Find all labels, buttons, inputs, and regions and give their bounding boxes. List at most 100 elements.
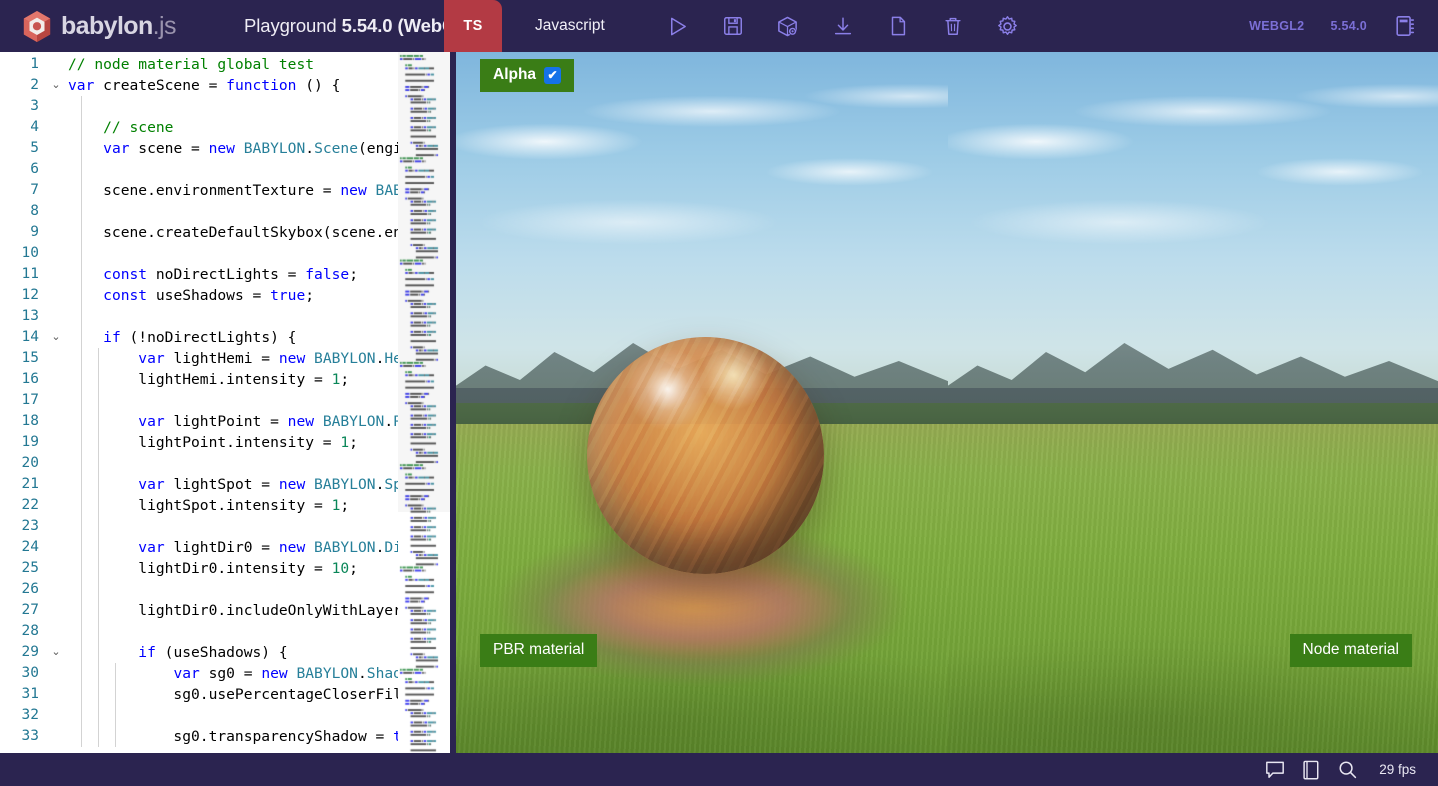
line-number: 4 [30,119,39,135]
run-button[interactable] [650,0,705,52]
indent-guide [81,201,82,222]
save-button[interactable] [705,0,760,52]
code-line[interactable]: var lightHemi = new BABYLON.Hem [68,348,398,369]
line-number: 3 [30,98,39,114]
clouds [948,66,1438,319]
metadata-button[interactable] [1380,0,1430,52]
code-line[interactable]: var sg0 = new BABYLON.Shado [68,663,398,684]
magnifier-icon [1339,761,1356,779]
new-button[interactable] [870,0,925,52]
code-line[interactable]: lightSpot.intensity = 1; [68,495,349,516]
code-token: BABYLON [314,539,376,556]
code-line[interactable]: var createScene = function () { [68,75,340,96]
download-button[interactable] [815,0,870,52]
line-number: 2 [30,77,39,93]
alpha-toggle-label[interactable]: Alpha ✔ [480,59,575,92]
save-floppy-icon [723,17,742,35]
indent-guide [81,306,82,327]
code-token: new [287,413,315,430]
code-line[interactable]: const noDirectLights = false; [68,264,358,285]
code-token: Spo [384,476,398,493]
line-number: 31 [21,686,39,702]
line-number: 8 [30,203,39,219]
line-number: 15 [21,350,39,366]
code-line[interactable]: if (useShadows) { [68,642,287,663]
code-line[interactable]: lightHemi.intensity = 1; [68,369,349,390]
brand-logo-group[interactable]: babylon.js [0,0,244,52]
code-token: createScene = [94,77,227,94]
fold-toggle[interactable]: ⌄ [48,75,64,96]
line-number: 28 [21,623,39,639]
code-line[interactable]: scene.environmentTexture = new BABY [68,180,398,201]
code-token: lightPoint.intensity = [68,434,341,451]
code-line[interactable]: if (!noDirectLights) { [68,327,296,348]
app-header: babylon.js Playground 5.54.0 (WebGL2) TS… [0,0,1438,52]
editor-code-area[interactable]: // node material global test var createSc… [68,52,398,753]
clear-button[interactable] [925,0,980,52]
language-label[interactable]: Javascript [535,0,605,52]
code-token: var [138,476,165,493]
code-line[interactable]: // scene [68,117,173,138]
line-number: 22 [21,497,39,513]
docs-button[interactable] [1293,753,1329,786]
fold-toggle[interactable]: ⌄ [48,327,64,348]
code-line[interactable]: var lightDir0 = new BABYLON.Dir [68,537,398,558]
code-token: Scene [314,140,358,157]
code-line[interactable]: var scene = new BABYLON.Scene(engin [68,138,398,159]
code-token: scene.environmentTexture = [68,182,341,199]
code-line[interactable]: lightDir0.includeOnlyWithLayerM [68,600,398,621]
alpha-checkbox[interactable]: ✔ [544,66,562,84]
brand-text: babylon.js [61,11,176,40]
pbr-material-pane[interactable]: Alpha ✔ PBR material [456,52,948,753]
babylon-cube-logo-icon [23,10,51,42]
code-token: new [278,476,306,493]
editor-minimap[interactable] [398,52,450,753]
code-line[interactable]: // node material global test [68,54,314,75]
code-line[interactable]: lightDir0.intensity = 10; [68,558,358,579]
code-line[interactable]: scene.createDefaultSkybox(scene.env [68,222,398,243]
code-token: useShadows = [147,287,271,304]
line-number: 23 [21,518,39,534]
code-line[interactable]: sg0.usePercentageCloserFilt [68,684,398,705]
line-number: 21 [21,476,39,492]
editor-canvas-splitter[interactable] [450,52,456,753]
code-line[interactable]: var lightSpot = new BABYLON.Spo [68,474,398,495]
code-token: lightSpot.intensity = [68,497,332,514]
line-number: 11 [21,266,39,282]
line-number: 32 [21,707,39,723]
code-token: ; [349,266,358,283]
line-number: 25 [21,560,39,576]
fps-counter: 29 fps [1379,762,1416,777]
code-line[interactable]: var lightPoint = new BABYLON.Po [68,411,398,432]
comment-button[interactable] [1257,753,1293,786]
code-token: new [278,350,306,367]
code-token: new [261,665,288,682]
code-line[interactable]: lightPoint.intensity = 1; [68,432,358,453]
indent-guide [98,579,99,600]
settings-button[interactable] [980,0,1035,52]
indent-guide [81,621,82,642]
inspector-button[interactable] [760,0,815,52]
code-token: lightHemi = [164,350,279,367]
code-token: ; [340,371,350,388]
tab-typescript[interactable]: TS [444,0,502,52]
node-material-pane[interactable]: Node material [948,52,1438,753]
grass-texture [948,423,1438,753]
code-line[interactable]: const useShadows = true; [68,285,314,306]
code-editor[interactable]: 1 2 ⌄ 3 4 5 6 7 8 9 10 11 12 13 14 ⌄ 15 16 17 18 19 20 21 22 23 2… [0,52,450,753]
code-token: const [103,266,148,283]
code-token: var [173,665,200,682]
line-number: 17 [21,392,39,408]
line-number: 33 [21,728,39,744]
fold-toggle[interactable]: ⌄ [48,642,64,663]
search-button[interactable] [1329,753,1365,786]
code-token: true [270,287,306,304]
render-canvas[interactable]: Alpha ✔ PBR material Node material [456,52,1438,753]
code-line[interactable]: sg0.transparencyShadow = tr [68,726,398,747]
code-token: false [305,266,350,283]
